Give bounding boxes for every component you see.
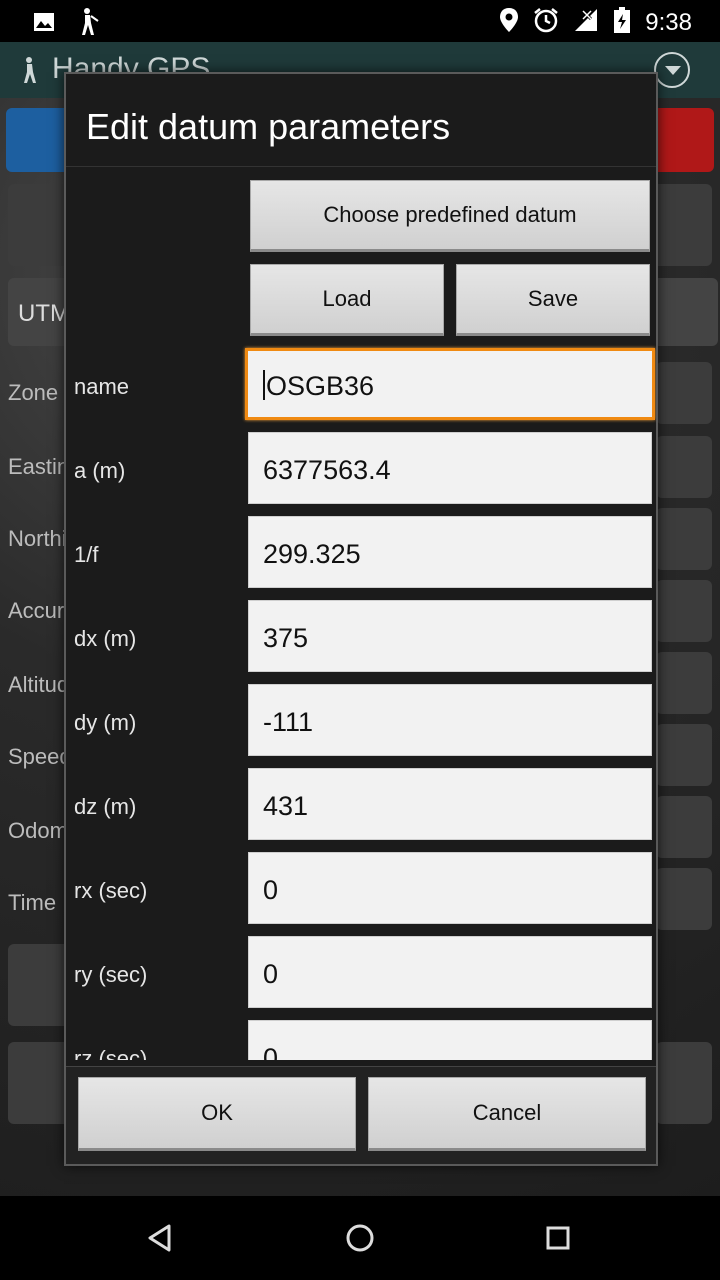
dy-label: dy (m) — [74, 710, 137, 735]
copy-tile — [656, 362, 712, 424]
rz-field[interactable]: 0 — [248, 1020, 652, 1060]
altitude-arrows-tile — [656, 652, 712, 714]
side-tile — [656, 508, 712, 570]
status-bar: 9:38 — [0, 0, 720, 42]
hiker-icon — [76, 7, 100, 42]
time-label: Time — [8, 890, 57, 915]
load-button[interactable]: Load — [250, 264, 444, 336]
alarm-icon — [533, 7, 559, 38]
side-tile — [656, 580, 712, 642]
rx-field[interactable]: 0 — [248, 852, 652, 924]
dz-field[interactable]: 431 — [248, 768, 652, 840]
dz-label: dz (m) — [74, 794, 137, 819]
recents-icon[interactable] — [536, 1216, 580, 1260]
ok-button[interactable]: OK — [78, 1077, 356, 1151]
name-label: name — [74, 374, 130, 399]
speedometer-tile — [656, 868, 712, 930]
zone-label: Zone — [8, 380, 59, 405]
save-button[interactable]: Save — [456, 264, 650, 336]
title-divider — [66, 166, 656, 167]
image-icon — [32, 10, 56, 39]
chevron-down-icon — [654, 52, 690, 88]
rz-label: rz (sec) — [74, 1046, 148, 1060]
dialog-button-bar: OK Cancel — [66, 1066, 656, 1164]
name-value: OSGB36 — [266, 371, 375, 401]
rx-label: rx (sec) — [74, 878, 148, 903]
ry-field[interactable]: 0 — [248, 936, 652, 1008]
navigation-bar — [0, 1196, 720, 1280]
ry-label: ry (sec) — [74, 962, 148, 987]
dy-field[interactable]: -111 — [248, 684, 652, 756]
a-label: a (m) — [74, 458, 126, 483]
cancel-button[interactable]: Cancel — [368, 1077, 646, 1151]
name-field[interactable]: OSGB36 — [245, 348, 655, 420]
dx-label: dx (m) — [74, 626, 137, 651]
menu-tile — [656, 1042, 712, 1124]
side-tile — [656, 724, 712, 786]
battery-icon — [613, 6, 631, 39]
signal-icon — [573, 7, 599, 38]
inverse-flattening-field[interactable]: 299.325 — [248, 516, 652, 588]
text-cursor — [263, 370, 265, 400]
app-logo-icon — [20, 56, 40, 89]
inverse-flattening-label: 1/f — [74, 542, 99, 567]
home-icon[interactable] — [338, 1216, 382, 1260]
clock: 9:38 — [645, 8, 692, 36]
dx-field[interactable]: 375 — [248, 600, 652, 672]
dialog-title: Edit datum parameters — [86, 106, 451, 147]
a-field[interactable]: 6377563.4 — [248, 432, 652, 504]
edit-datum-dialog: Edit datum parameters Choose predefined … — [64, 72, 658, 1166]
location-icon — [499, 7, 519, 38]
dialog-scroll-area[interactable]: Choose predefined datum Load Save name O… — [66, 168, 656, 1060]
side-tile — [656, 436, 712, 498]
choose-predefined-datum-button[interactable]: Choose predefined datum — [250, 180, 650, 252]
info-tile — [656, 796, 712, 858]
back-icon[interactable] — [138, 1216, 182, 1260]
